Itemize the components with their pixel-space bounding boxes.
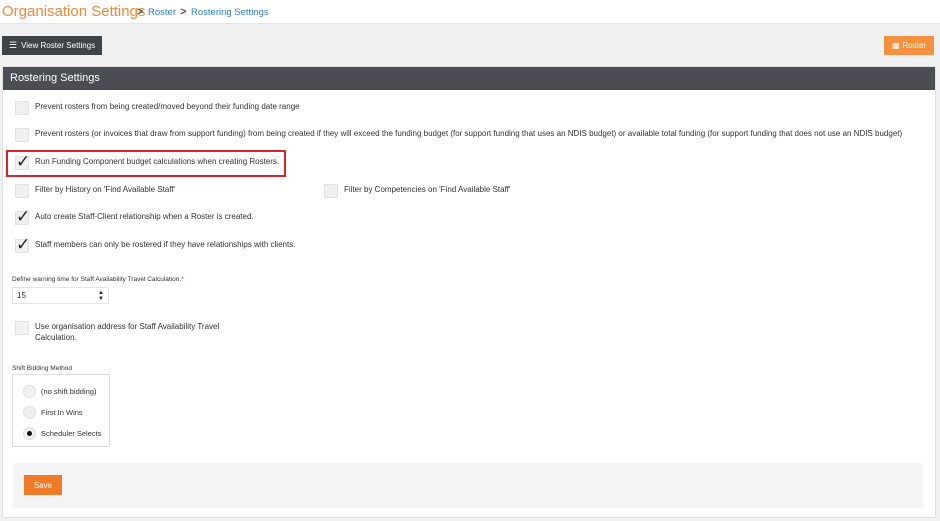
travel-warning-label-text: Define warning time for Staff Availabili… bbox=[12, 276, 182, 283]
view-roster-settings-label: View Roster Settings bbox=[21, 41, 96, 50]
breadcrumb-rostering-settings[interactable]: Rostering Settings bbox=[191, 7, 269, 18]
option-row: Use organisation address for Staff Avail… bbox=[15, 321, 220, 343]
option-row: Prevent rosters from being created/moved… bbox=[15, 101, 300, 115]
rostering-settings-panel: Rostering Settings Prevent rosters from … bbox=[2, 66, 936, 518]
auto-create-relationship-checkbox[interactable] bbox=[15, 207, 30, 227]
save-bar: Save bbox=[13, 463, 923, 508]
breadcrumb-roster[interactable]: Roster bbox=[148, 7, 176, 18]
option-label: Auto create Staff-Client relationship wh… bbox=[35, 212, 254, 221]
travel-warning-input[interactable]: 15 ▲ ▼ bbox=[12, 287, 109, 304]
option-row: Auto create Staff-Client relationship wh… bbox=[15, 207, 254, 227]
funding-date-range-checkbox[interactable] bbox=[15, 101, 29, 115]
radio-option: First In Wins bbox=[23, 406, 83, 419]
filter-by-competencies-checkbox[interactable] bbox=[324, 184, 338, 198]
option-row: Prevent rosters (or invoices that draw f… bbox=[15, 128, 930, 142]
option-label: Prevent rosters (or invoices that draw f… bbox=[35, 129, 903, 138]
no-shift-bidding-radio[interactable] bbox=[23, 385, 36, 398]
chevron-right-icon: > bbox=[137, 6, 144, 18]
radio-option: Scheduler Selects bbox=[23, 427, 101, 440]
required-mark: * bbox=[181, 276, 184, 283]
stepper-down-icon[interactable]: ▼ bbox=[98, 296, 104, 302]
scheduler-selects-radio[interactable] bbox=[23, 427, 36, 440]
shift-bidding-group: (no shift bidding) First In Wins Schedul… bbox=[12, 374, 110, 447]
page-title: Organisation Settings bbox=[2, 3, 146, 20]
calendar-icon: ▦ bbox=[891, 41, 900, 50]
panel-title: Rostering Settings bbox=[3, 67, 935, 90]
radio-label: (no shift bidding) bbox=[41, 387, 97, 396]
option-label: Filter by Competencies on 'Find Availabl… bbox=[344, 185, 511, 194]
radio-label: Scheduler Selects bbox=[41, 429, 102, 438]
roster-button-label: Roster bbox=[902, 41, 927, 50]
option-label: Use organisation address for Staff Avail… bbox=[35, 322, 220, 342]
option-row: Filter by History on 'Find Available Sta… bbox=[15, 184, 175, 198]
option-row: Filter by Competencies on 'Find Availabl… bbox=[324, 184, 510, 198]
number-stepper[interactable]: ▲ ▼ bbox=[98, 288, 104, 303]
view-roster-settings-button[interactable]: ☰ View Roster Settings bbox=[2, 36, 102, 55]
radio-label: First In Wins bbox=[41, 408, 83, 417]
main-area: ☰ View Roster Settings ▦ Roster Rosterin… bbox=[0, 24, 940, 521]
exceed-funding-budget-checkbox[interactable] bbox=[15, 128, 29, 142]
save-button[interactable]: Save bbox=[24, 475, 62, 495]
option-label: Staff members can only be rostered if th… bbox=[35, 240, 296, 249]
option-row: Staff members can only be rostered if th… bbox=[15, 235, 296, 255]
shift-bidding-label: Shift Bidding Method bbox=[12, 365, 72, 372]
travel-warning-value: 15 bbox=[17, 291, 26, 300]
roster-button[interactable]: ▦ Roster bbox=[884, 36, 934, 55]
option-label: Filter by History on 'Find Available Sta… bbox=[35, 185, 176, 194]
first-in-wins-radio[interactable] bbox=[23, 406, 36, 419]
highlight-box bbox=[6, 150, 286, 177]
radio-option: (no shift bidding) bbox=[23, 385, 96, 398]
relationship-required-checkbox[interactable] bbox=[15, 235, 30, 255]
list-icon: ☰ bbox=[9, 40, 18, 50]
chevron-right-icon: > bbox=[180, 6, 187, 18]
filter-by-history-checkbox[interactable] bbox=[15, 184, 29, 198]
travel-warning-label: Define warning time for Staff Availabili… bbox=[12, 276, 184, 283]
organisation-address-checkbox[interactable] bbox=[15, 321, 29, 335]
top-bar: Organisation Settings > Roster > Rosteri… bbox=[0, 0, 940, 24]
option-label: Prevent rosters from being created/moved… bbox=[35, 102, 300, 111]
